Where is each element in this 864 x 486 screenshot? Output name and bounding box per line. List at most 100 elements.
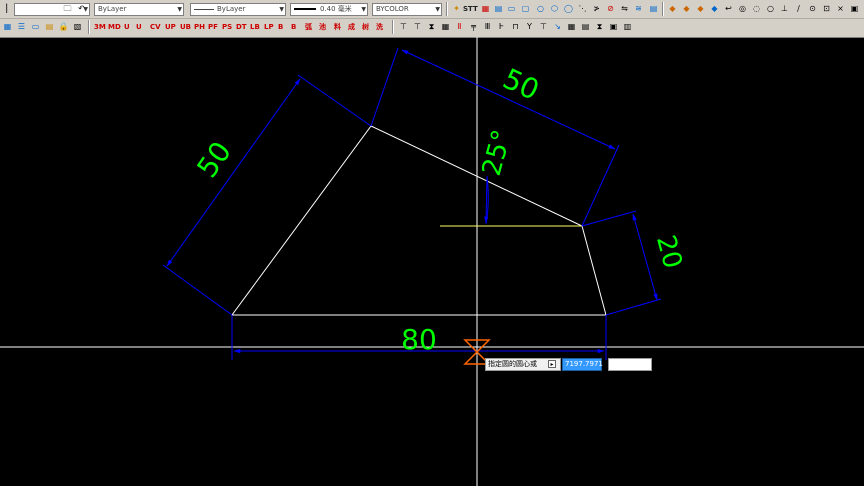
snap-none-icon[interactable]: ▣ [849, 2, 860, 15]
tool-elbow-icon[interactable]: Ⱶ [496, 20, 507, 33]
tool-pin-icon[interactable]: ⊤ [398, 20, 409, 33]
tool-dt[interactable]: DT [236, 20, 247, 34]
plotstyle-dropdown[interactable]: BYCOLOR ▼ [372, 3, 442, 16]
snap-apparent-icon[interactable]: ◆ [709, 2, 720, 15]
linetype-dropdown[interactable]: ByLayer ▼ [190, 3, 286, 16]
snap-perpendicular-icon[interactable]: ⊥ [779, 2, 790, 15]
tool-up[interactable]: UP [165, 20, 176, 34]
layer-stack-icon[interactable]: ▤ [648, 2, 659, 15]
snap-quadrant-icon[interactable]: ◌ [751, 2, 762, 15]
shape-outline[interactable] [231, 125, 607, 316]
tool-cap-icon[interactable]: ⊓ [510, 20, 521, 33]
dim-top-extension-1 [370, 47, 399, 127]
match-properties-icon[interactable]: ✦ [451, 2, 462, 15]
polygon-icon[interactable]: ⬡ [549, 2, 560, 15]
snap-insert-icon[interactable]: ⊡ [821, 2, 832, 15]
tool-b2[interactable]: B [291, 20, 296, 34]
tool-shelf-icon[interactable]: ▦ [566, 20, 577, 33]
tool-3m[interactable]: 3M [94, 20, 106, 34]
tool-b1[interactable]: B [278, 20, 283, 34]
dim-left-line [166, 78, 301, 267]
layer-state-icon[interactable]: 🗀 [62, 2, 73, 15]
tool-frame-icon[interactable]: ▤ [580, 20, 591, 33]
hatch-icon[interactable]: ▤ [493, 2, 504, 15]
rectangle-icon[interactable]: ▢ [520, 2, 531, 15]
dimension-angle[interactable]: 25° [477, 127, 518, 225]
table-icon[interactable]: ▦ [480, 2, 491, 15]
tool-pf[interactable]: PF [208, 20, 218, 34]
tool-arc[interactable]: 弧 [305, 20, 312, 34]
tool-pool[interactable]: 池 [319, 20, 326, 34]
toolbar-separator [662, 2, 664, 16]
tool-arrow-icon[interactable]: ↘ [552, 20, 563, 33]
prompt-options-arrow-icon[interactable]: ▸ [548, 360, 556, 368]
crosshair [0, 37, 864, 486]
window-icon[interactable]: ▭ [30, 20, 41, 33]
plugin-icon[interactable]: ▧ [72, 20, 83, 33]
toolbar-separator [446, 2, 448, 16]
tool-lb[interactable]: LB [250, 20, 260, 34]
trapezoid-shape[interactable] [231, 125, 607, 316]
snap-node-icon[interactable]: ⊙ [807, 2, 818, 15]
tool-lp[interactable]: LP [264, 20, 274, 34]
tool-u1[interactable]: U [124, 20, 130, 34]
tool-box-icon[interactable]: ▣ [608, 20, 619, 33]
tool-fitting-icon[interactable]: ╤ [468, 20, 479, 33]
snap-intersection-icon[interactable]: ◆ [695, 2, 706, 15]
tool-panel-icon[interactable]: ▥ [622, 20, 633, 33]
snap-midpoint-icon[interactable]: ◆ [681, 2, 692, 15]
dim-right-extension-2 [605, 298, 662, 316]
tool-valve-icon[interactable]: ⧗ [426, 20, 437, 33]
list-icon[interactable]: ☰ [16, 20, 27, 33]
tool-tree[interactable]: 树 [362, 20, 369, 34]
tool-cup-icon[interactable]: Y [524, 20, 535, 33]
toolbar-separator [392, 20, 394, 34]
tool-tee-icon[interactable]: ⊤ [412, 20, 423, 33]
snap-endpoint-icon[interactable]: ◆ [667, 2, 678, 15]
break-icon[interactable]: ⋱ [577, 2, 588, 15]
tool-ps[interactable]: PS [222, 20, 232, 34]
circle-icon[interactable]: ○ [535, 2, 546, 15]
coordinate-x-input[interactable]: 7197.7971 [562, 358, 603, 371]
tool-flange-icon[interactable]: Ⅲ [482, 20, 493, 33]
drawing-canvas[interactable]: 50 50 20 80 25° [0, 37, 864, 486]
snap-nearest-icon[interactable]: ⨯ [835, 2, 846, 15]
lock-icon[interactable]: 🔒 [58, 20, 69, 33]
toolbar-separator [88, 20, 90, 34]
grid-icon[interactable]: ▦ [2, 20, 13, 33]
region-icon[interactable]: ▭ [506, 2, 517, 15]
open-icon[interactable]: ▤ [44, 20, 55, 33]
snap-center-icon[interactable]: ◎ [737, 2, 748, 15]
tool-md[interactable]: MD [108, 20, 121, 34]
layer-previous-icon[interactable]: ↶ [76, 2, 87, 15]
tool-u2[interactable]: U [136, 20, 142, 34]
tool-wash[interactable]: 洗 [376, 20, 383, 34]
offset-icon[interactable]: ⊘ [605, 2, 616, 15]
ellipse-icon[interactable]: ◯ [563, 2, 574, 15]
dim-left-extension-1 [297, 74, 372, 127]
mirror-icon[interactable]: ⇋ [619, 2, 630, 15]
dimension-left[interactable]: 50 [162, 74, 372, 316]
tool-material[interactable]: 料 [334, 20, 341, 34]
snap-tangent-icon[interactable]: ○ [765, 2, 776, 15]
tool-ph[interactable]: PH [194, 20, 205, 34]
dim-right-line [632, 213, 658, 301]
stt-button[interactable]: STT [463, 2, 478, 16]
dimension-bottom[interactable]: 80 [231, 315, 607, 360]
tool-pipe-icon[interactable]: Ⅱ [454, 20, 465, 33]
dimension-right[interactable]: 20 [581, 210, 687, 316]
tool-grid2-icon[interactable]: ▦ [440, 20, 451, 33]
tool-tap-icon[interactable]: ⊤ [538, 20, 549, 33]
color-dropdown[interactable]: ByLayer ▼ [94, 3, 184, 16]
coordinate-y-input[interactable] [608, 358, 652, 371]
snap-extension-icon[interactable]: ↩ [723, 2, 734, 15]
lineweight-dropdown[interactable]: 0.40 毫米 ▼ [290, 3, 368, 16]
layers-icon[interactable]: ≋ [633, 2, 644, 15]
snap-parallel-icon[interactable]: ∕ [793, 2, 804, 15]
tool-ub[interactable]: UB [180, 20, 191, 34]
dim-right-extension-1 [581, 210, 637, 227]
tool-hourglass-icon[interactable]: ⧗ [594, 20, 605, 33]
trim-icon[interactable]: ≯ [591, 2, 602, 15]
tool-cv[interactable]: CV [150, 20, 161, 34]
tool-form[interactable]: 成 [348, 20, 355, 34]
